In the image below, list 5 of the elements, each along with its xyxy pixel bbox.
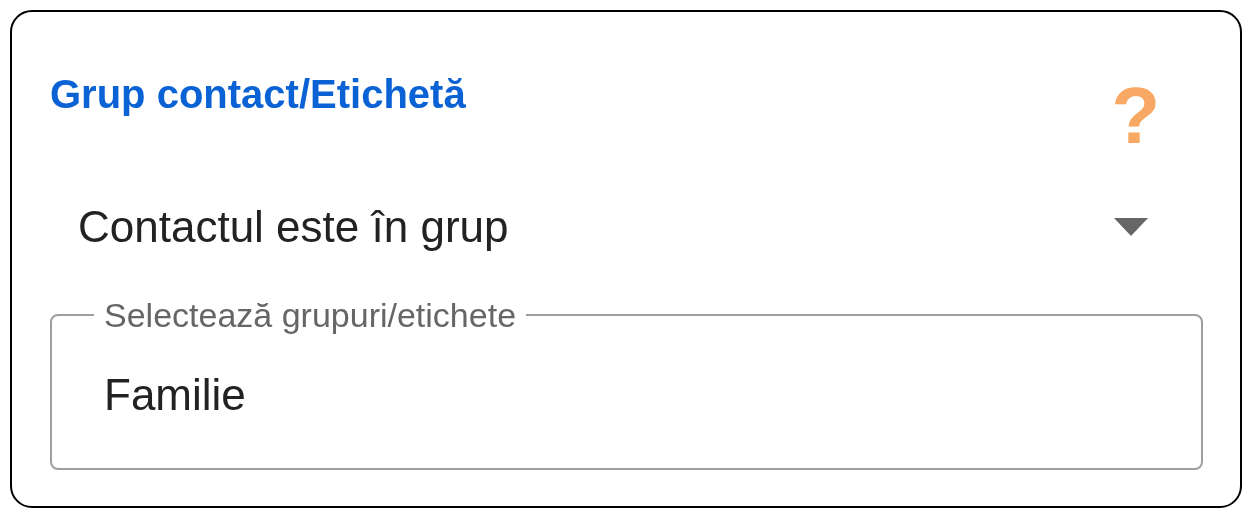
card-title: Grup contact/Etichetă [50, 71, 466, 118]
field-value: Familie [104, 369, 246, 421]
field-label: Selectează grupuri/etichete [103, 295, 518, 335]
caret-icon [1114, 218, 1148, 236]
group-dropdown[interactable]: Contactul este în grup [78, 197, 1148, 257]
